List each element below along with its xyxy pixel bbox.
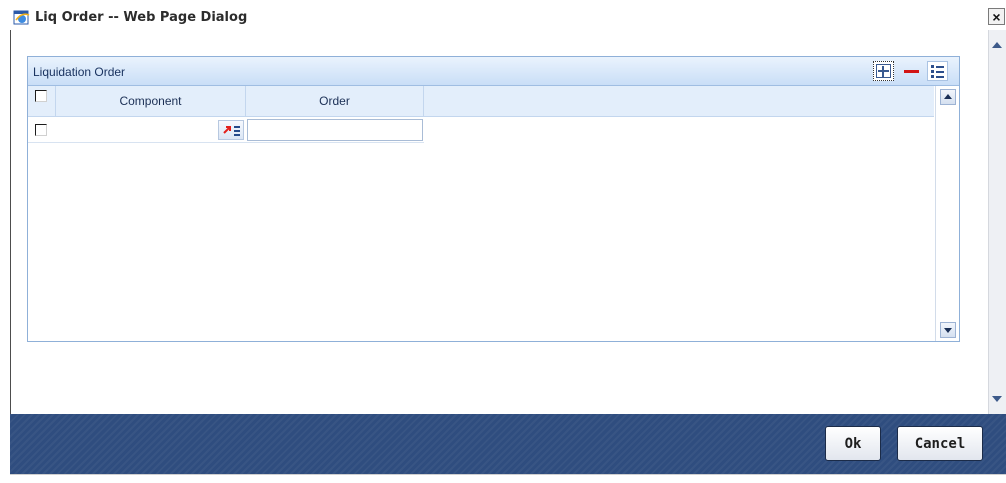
scroll-down-icon bbox=[944, 328, 952, 333]
grid-scroll-up-button[interactable] bbox=[940, 89, 956, 105]
grid-scroll-down-button[interactable] bbox=[940, 322, 956, 338]
browser-app-icon bbox=[13, 8, 31, 26]
dialog-titlebar: Liq Order -- Web Page Dialog × bbox=[11, 4, 1006, 31]
status-strip bbox=[10, 474, 1006, 483]
column-header-component[interactable]: Component bbox=[56, 86, 246, 116]
cancel-button[interactable]: Cancel bbox=[897, 426, 983, 461]
component-lov-button[interactable] bbox=[218, 120, 244, 140]
dialog-scrollbar[interactable] bbox=[988, 30, 1006, 414]
select-all-cell bbox=[28, 86, 56, 116]
ok-button[interactable]: Ok bbox=[825, 426, 881, 461]
order-input[interactable] bbox=[247, 119, 423, 141]
scroll-up-icon[interactable] bbox=[992, 42, 1002, 48]
dialog-footer: Ok Cancel bbox=[10, 414, 1006, 474]
single-view-button[interactable] bbox=[927, 61, 948, 81]
select-all-checkbox[interactable] bbox=[35, 90, 47, 102]
close-icon[interactable]: × bbox=[988, 8, 1005, 25]
panel-title: Liquidation Order bbox=[33, 65, 126, 79]
component-input[interactable] bbox=[56, 119, 218, 140]
delete-row-button[interactable] bbox=[901, 61, 922, 81]
scroll-up-icon bbox=[944, 94, 952, 99]
table-header: Component Order bbox=[28, 86, 934, 117]
delete-row-icon bbox=[904, 70, 919, 73]
row-select-checkbox[interactable] bbox=[35, 124, 47, 136]
panel-header: Liquidation Order bbox=[28, 57, 959, 86]
add-row-button[interactable] bbox=[873, 61, 894, 81]
table-row bbox=[28, 117, 424, 143]
column-header-order[interactable]: Order bbox=[246, 86, 424, 116]
grid-scrollbar[interactable] bbox=[935, 86, 959, 341]
liquidation-order-panel: Liquidation Order Component Order bbox=[27, 56, 960, 342]
scroll-down-icon[interactable] bbox=[992, 396, 1002, 402]
dialog-title: Liq Order -- Web Page Dialog bbox=[35, 9, 248, 25]
